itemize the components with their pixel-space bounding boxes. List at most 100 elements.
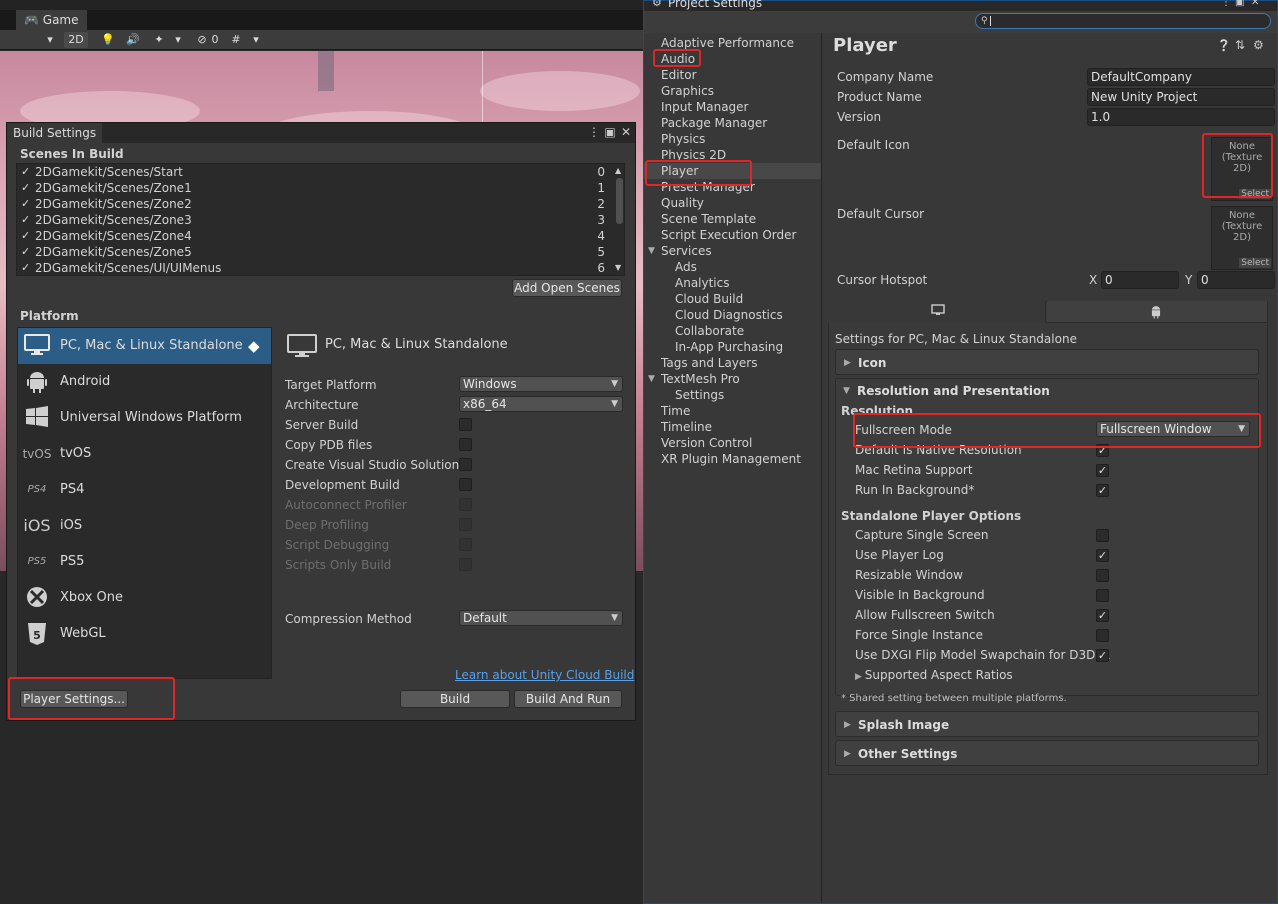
other-settings-foldout[interactable]: ▶ Other Settings bbox=[835, 740, 1259, 766]
use-dxgi-checkbox[interactable]: ✓ bbox=[1096, 649, 1109, 662]
platform-item-xbox[interactable]: Xbox One bbox=[18, 580, 271, 616]
scenes-scrollbar[interactable] bbox=[616, 178, 623, 224]
chevron-down-icon[interactable]: ▾ bbox=[172, 32, 184, 48]
run-in-background-checkbox[interactable]: ✓ bbox=[1096, 484, 1109, 497]
chevron-down-icon[interactable]: ▾ bbox=[250, 32, 262, 48]
sidebar-item-audio[interactable]: Audio bbox=[644, 51, 821, 67]
sidebar-item-collaborate[interactable]: Collaborate bbox=[644, 323, 821, 339]
hotspot-x-field[interactable]: 0 bbox=[1101, 271, 1179, 289]
effects-icon[interactable]: ✦ bbox=[150, 32, 168, 48]
select-button[interactable]: Select bbox=[1239, 189, 1271, 199]
build-and-run-button[interactable]: Build And Run bbox=[514, 690, 622, 708]
sidebar-item-adaptive-performance[interactable]: Adaptive Performance bbox=[644, 35, 821, 51]
sidebar-item-in-app-purchasing[interactable]: In-App Purchasing bbox=[644, 339, 821, 355]
scene-row[interactable]: ✓ 2DGamekit/Scenes/Zone1 1 bbox=[19, 180, 609, 196]
tab-game[interactable]: 🎮 Game bbox=[16, 10, 87, 30]
fullscreen-mode-dropdown[interactable]: Fullscreen Window ▼ bbox=[1096, 421, 1250, 437]
grid-icon[interactable]: # bbox=[228, 32, 244, 48]
sidebar-item-package-manager[interactable]: Package Manager bbox=[644, 115, 821, 131]
sidebar-item-physics[interactable]: Physics bbox=[644, 131, 821, 147]
presets-icon[interactable]: ⇅ bbox=[1235, 38, 1245, 52]
player-settings-button[interactable]: Player Settings... bbox=[20, 690, 128, 708]
architecture-dropdown[interactable]: x86_64 ▼ bbox=[459, 396, 623, 412]
platform-item-ps5[interactable]: PS5 PS5 bbox=[18, 544, 271, 580]
sidebar-item-preset-manager[interactable]: Preset Manager bbox=[644, 179, 821, 195]
checkbox[interactable]: ✓ bbox=[21, 228, 33, 244]
audio-icon[interactable]: 🔊 bbox=[124, 32, 142, 48]
sidebar-item-scene-template[interactable]: Scene Template bbox=[644, 211, 821, 227]
scroll-up-icon[interactable]: ▲ bbox=[615, 166, 621, 175]
sidebar-item-analytics[interactable]: Analytics bbox=[644, 275, 821, 291]
platform-item-tvos[interactable]: tvOS tvOS bbox=[18, 436, 271, 472]
server-build-checkbox[interactable] bbox=[459, 418, 472, 431]
sidebar-item-textmesh-pro[interactable]: ▼ TextMesh Pro bbox=[644, 371, 821, 387]
version-field[interactable]: 1.0 bbox=[1087, 108, 1275, 126]
more-options-icon[interactable]: ⋮ bbox=[587, 125, 601, 139]
chevron-down-icon[interactable]: ▾ bbox=[44, 32, 56, 48]
platform-item-ios[interactable]: iOS iOS bbox=[18, 508, 271, 544]
compression-dropdown[interactable]: Default ▼ bbox=[459, 610, 623, 626]
help-icon[interactable]: ❔ bbox=[1217, 39, 1231, 52]
force-single-instance-checkbox[interactable] bbox=[1096, 629, 1109, 642]
checkbox[interactable]: ✓ bbox=[21, 164, 33, 180]
checkbox[interactable]: ✓ bbox=[21, 244, 33, 260]
sidebar-item-cloud-build[interactable]: Cloud Build bbox=[644, 291, 821, 307]
supported-aspect-foldout[interactable]: ▶ Supported Aspect Ratios bbox=[855, 665, 1013, 687]
sidebar-item-physics-2d[interactable]: Physics 2D bbox=[644, 147, 821, 163]
mac-retina-checkbox[interactable]: ✓ bbox=[1096, 464, 1109, 477]
scene-row[interactable]: ✓ 2DGamekit/Scenes/Zone4 4 bbox=[19, 228, 609, 244]
allow-fullscreen-switch-checkbox[interactable]: ✓ bbox=[1096, 609, 1109, 622]
checkbox[interactable]: ✓ bbox=[21, 180, 33, 196]
sidebar-item-script-execution-order[interactable]: Script Execution Order bbox=[644, 227, 821, 243]
add-open-scenes-button[interactable]: Add Open Scenes bbox=[512, 279, 622, 297]
hidden-objects-icon[interactable]: ⊘ bbox=[194, 32, 210, 48]
checkbox[interactable]: ✓ bbox=[21, 212, 33, 228]
cloud-build-link[interactable]: Learn about Unity Cloud Build bbox=[455, 668, 634, 682]
sidebar-item-graphics[interactable]: Graphics bbox=[644, 83, 821, 99]
select-button[interactable]: Select bbox=[1239, 258, 1271, 268]
company-name-field[interactable]: DefaultCompany bbox=[1087, 68, 1275, 86]
checkbox[interactable]: ✓ bbox=[21, 196, 33, 212]
sidebar-item-timeline[interactable]: Timeline bbox=[644, 419, 821, 435]
lightbulb-icon[interactable]: 💡 bbox=[100, 32, 116, 48]
sidebar-item-services[interactable]: ▼ Services bbox=[644, 243, 821, 259]
platform-item-uwp[interactable]: Universal Windows Platform bbox=[18, 400, 271, 436]
sidebar-item-editor[interactable]: Editor bbox=[644, 67, 821, 83]
toggle-2d-button[interactable]: 2D bbox=[64, 32, 88, 48]
create-vs-checkbox[interactable] bbox=[459, 458, 472, 471]
more-options-icon[interactable]: ⋮ bbox=[1221, 0, 1231, 8]
scenes-list[interactable]: ✓ 2DGamekit/Scenes/Start 0 ✓ 2DGamekit/Scen… bbox=[16, 163, 625, 276]
copy-pdb-checkbox[interactable] bbox=[459, 438, 472, 451]
chevron-down-icon[interactable]: ▼ bbox=[648, 243, 655, 259]
sidebar-item-settings[interactable]: Settings bbox=[644, 387, 821, 403]
checkbox[interactable]: ✓ bbox=[21, 260, 33, 276]
platform-item-android[interactable]: Android bbox=[18, 364, 271, 400]
sidebar-item-input-manager[interactable]: Input Manager bbox=[644, 99, 821, 115]
close-icon[interactable]: ✕ bbox=[619, 125, 633, 139]
target-platform-dropdown[interactable]: Windows ▼ bbox=[459, 376, 623, 392]
hotspot-y-field[interactable]: 0 bbox=[1197, 271, 1275, 289]
sidebar-item-version-control[interactable]: Version Control bbox=[644, 435, 821, 451]
sidebar-item-player[interactable]: Player bbox=[644, 163, 821, 179]
scene-row[interactable]: ✓ 2DGamekit/Scenes/Zone5 5 bbox=[19, 244, 609, 260]
settings-search-input[interactable]: ⚲ bbox=[975, 13, 1271, 29]
platform-item-ps4[interactable]: PS4 PS4 bbox=[18, 472, 271, 508]
sidebar-item-quality[interactable]: Quality bbox=[644, 195, 821, 211]
visible-in-background-checkbox[interactable] bbox=[1096, 589, 1109, 602]
platform-item-standalone[interactable]: PC, Mac & Linux Standalone ◆ bbox=[18, 328, 271, 364]
scene-row[interactable]: ✓ 2DGamekit/Scenes/UI/UIMenus 6 bbox=[19, 260, 609, 276]
capture-single-screen-checkbox[interactable] bbox=[1096, 529, 1109, 542]
build-button[interactable]: Build bbox=[400, 690, 510, 708]
tab-standalone[interactable] bbox=[828, 301, 1046, 323]
dev-build-checkbox[interactable] bbox=[459, 478, 472, 491]
maximize-icon[interactable]: ▣ bbox=[603, 125, 617, 139]
default-icon-picker[interactable]: None (Texture 2D) Select bbox=[1211, 137, 1273, 201]
chevron-down-icon[interactable]: ▼ bbox=[648, 371, 655, 387]
maximize-icon[interactable]: ▣ bbox=[1235, 0, 1244, 8]
sidebar-item-tags-and-layers[interactable]: Tags and Layers bbox=[644, 355, 821, 371]
sidebar-item-xr-plugin-management[interactable]: XR Plugin Management bbox=[644, 451, 821, 467]
scene-row[interactable]: ✓ 2DGamekit/Scenes/Start 0 bbox=[19, 164, 609, 180]
icon-foldout[interactable]: ▶ Icon bbox=[835, 349, 1259, 375]
product-name-field[interactable]: New Unity Project bbox=[1087, 88, 1275, 106]
sidebar-item-cloud-diagnostics[interactable]: Cloud Diagnostics bbox=[644, 307, 821, 323]
